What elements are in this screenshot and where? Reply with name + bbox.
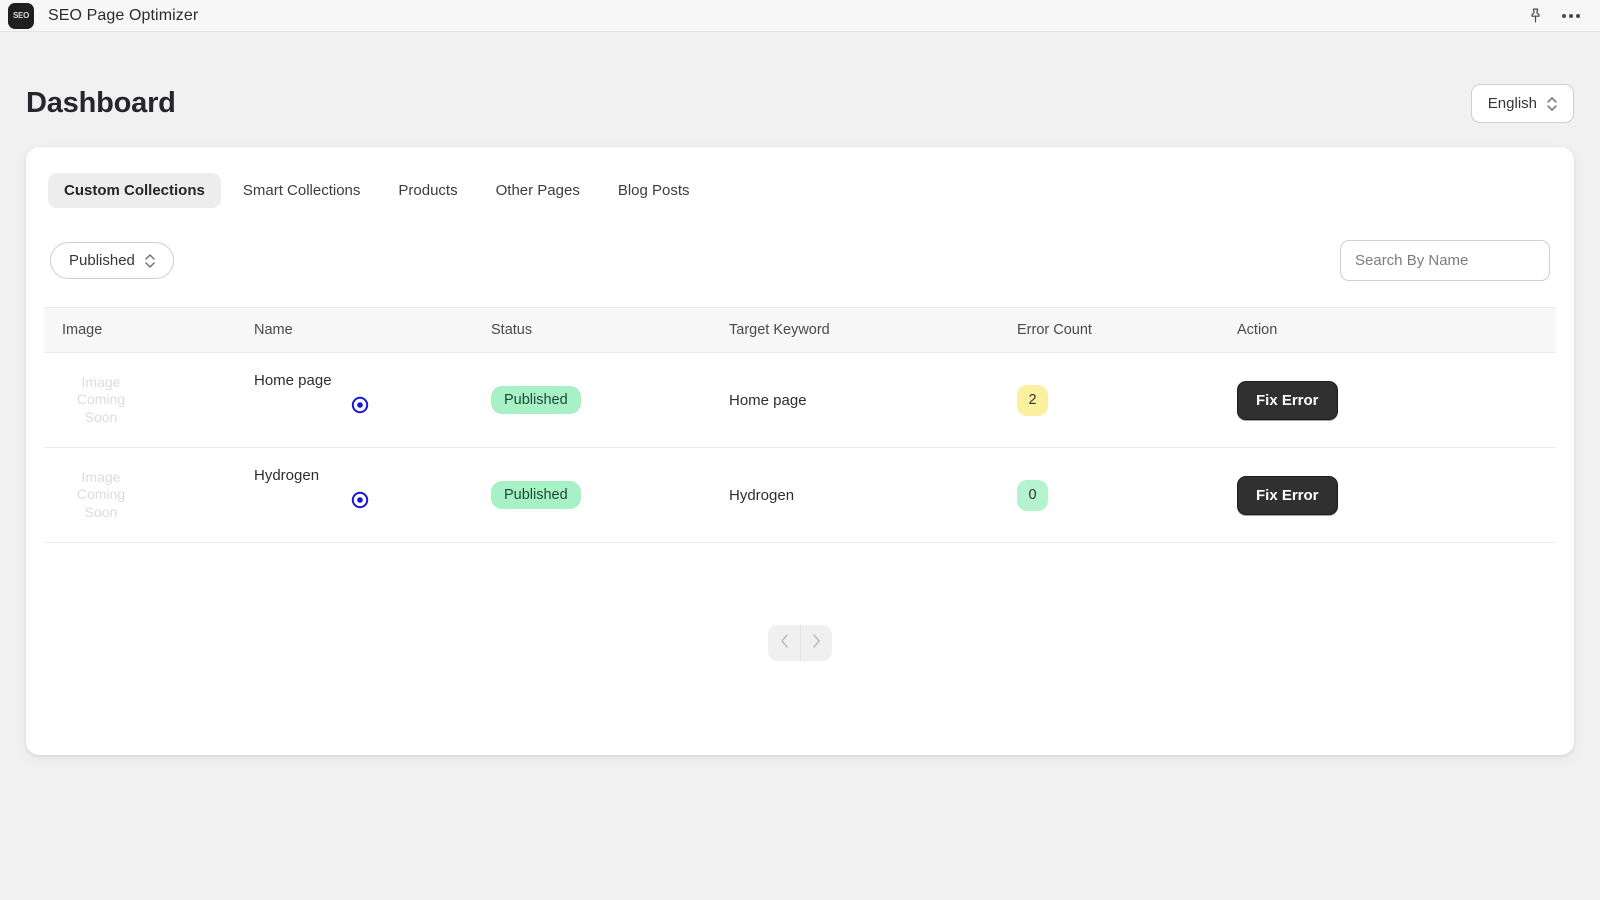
tab-other-pages-label: Other Pages — [495, 182, 580, 199]
tab-custom-collections-label: Custom Collections — [64, 182, 205, 199]
column-header-error-count: Error Count — [1017, 307, 1237, 353]
tab-smart-collections-label: Smart Collections — [242, 182, 361, 199]
pagination-next-button[interactable] — [800, 625, 832, 661]
chevron-updown-icon — [145, 253, 155, 268]
more-dots — [1562, 13, 1580, 18]
fix-error-button[interactable]: Fix Error — [1237, 380, 1338, 420]
column-header-name: Name — [254, 307, 491, 353]
language-select[interactable]: English — [1470, 84, 1574, 123]
cell-error-count: 2 — [1017, 352, 1237, 448]
cell-action: Fix Error — [1237, 352, 1556, 448]
tab-products[interactable]: Products — [382, 173, 473, 208]
cell-image: Image Coming Soon — [44, 447, 254, 543]
status-filter-select[interactable]: Published — [50, 242, 174, 279]
page-title: Dashboard — [26, 87, 176, 119]
pages-table: Image Name Status Target Keyword Error C… — [44, 307, 1556, 543]
tab-other-pages[interactable]: Other Pages — [480, 173, 596, 208]
view-icon[interactable] — [350, 395, 491, 415]
table-row: Image Coming Soon Home page Published Ho… — [44, 352, 1556, 448]
image-coming-soon-placeholder: Image Coming Soon — [62, 469, 140, 522]
filter-row: Published — [44, 240, 1556, 281]
pagination-group — [768, 625, 832, 661]
page-container: Dashboard English Custom Collections Sma… — [0, 32, 1600, 755]
image-placeholder-line-3: Soon — [84, 408, 118, 425]
cell-action: Fix Error — [1237, 447, 1556, 543]
table-row: Image Coming Soon Hydrogen Published Hyd… — [44, 447, 1556, 543]
chevron-updown-icon — [1547, 96, 1557, 111]
column-header-action: Action — [1237, 307, 1556, 353]
cell-target-keyword: Hydrogen — [729, 447, 1017, 543]
app-bar: SEO SEO Page Optimizer — [0, 0, 1600, 32]
row-name: Hydrogen — [254, 467, 320, 484]
name-wrapper: Hydrogen — [254, 467, 491, 523]
table-header-row: Image Name Status Target Keyword Error C… — [44, 307, 1556, 353]
image-placeholder-line-2: Coming — [76, 486, 126, 503]
status-badge: Published — [491, 385, 581, 415]
dashboard-card: Custom Collections Smart Collections Pro… — [26, 147, 1574, 755]
tab-custom-collections[interactable]: Custom Collections — [48, 173, 221, 208]
tab-smart-collections[interactable]: Smart Collections — [227, 173, 377, 208]
error-count-badge: 0 — [1017, 479, 1048, 511]
cell-target-keyword: Home page — [729, 352, 1017, 448]
chevron-right-icon — [812, 633, 821, 653]
app-title: SEO Page Optimizer — [48, 6, 199, 24]
tab-bar: Custom Collections Smart Collections Pro… — [44, 173, 1556, 208]
image-placeholder-line-1: Image — [81, 468, 121, 485]
image-placeholder-line-1: Image — [81, 373, 121, 390]
cell-error-count: 0 — [1017, 447, 1237, 543]
page-header: Dashboard English — [26, 32, 1574, 147]
name-wrapper: Home page — [254, 372, 491, 428]
fix-error-button[interactable]: Fix Error — [1237, 475, 1338, 515]
tab-blog-posts-label: Blog Posts — [617, 182, 690, 199]
error-count-badge: 2 — [1017, 384, 1048, 416]
status-filter-value: Published — [69, 252, 135, 269]
column-header-target-keyword: Target Keyword — [729, 307, 1017, 353]
pin-icon[interactable] — [1522, 3, 1548, 29]
image-placeholder-line-2: Coming — [76, 391, 126, 408]
pagination-previous-button[interactable] — [768, 625, 800, 661]
cell-status: Published — [491, 352, 729, 448]
status-badge: Published — [491, 480, 581, 510]
chevron-left-icon — [780, 633, 789, 653]
cell-status: Published — [491, 447, 729, 543]
search-input[interactable] — [1340, 240, 1550, 281]
row-name: Home page — [254, 372, 332, 389]
image-coming-soon-placeholder: Image Coming Soon — [62, 374, 140, 427]
image-placeholder-line-3: Soon — [84, 503, 118, 520]
cell-image: Image Coming Soon — [44, 352, 254, 448]
cell-name: Home page — [254, 352, 491, 448]
cell-name: Hydrogen — [254, 447, 491, 543]
tab-blog-posts[interactable]: Blog Posts — [602, 173, 706, 208]
table-header: Image Name Status Target Keyword Error C… — [44, 307, 1556, 353]
table-body: Image Coming Soon Home page Published Ho… — [44, 352, 1556, 543]
column-header-status: Status — [491, 307, 729, 353]
tab-products-label: Products — [398, 182, 458, 199]
column-header-image: Image — [44, 307, 254, 353]
app-logo: SEO — [8, 2, 34, 29]
language-select-value: English — [1487, 95, 1537, 112]
view-icon[interactable] — [350, 490, 491, 510]
pagination — [44, 625, 1556, 661]
more-horizontal-icon[interactable] — [1558, 3, 1584, 29]
app-logo-text: SEO — [13, 10, 29, 20]
